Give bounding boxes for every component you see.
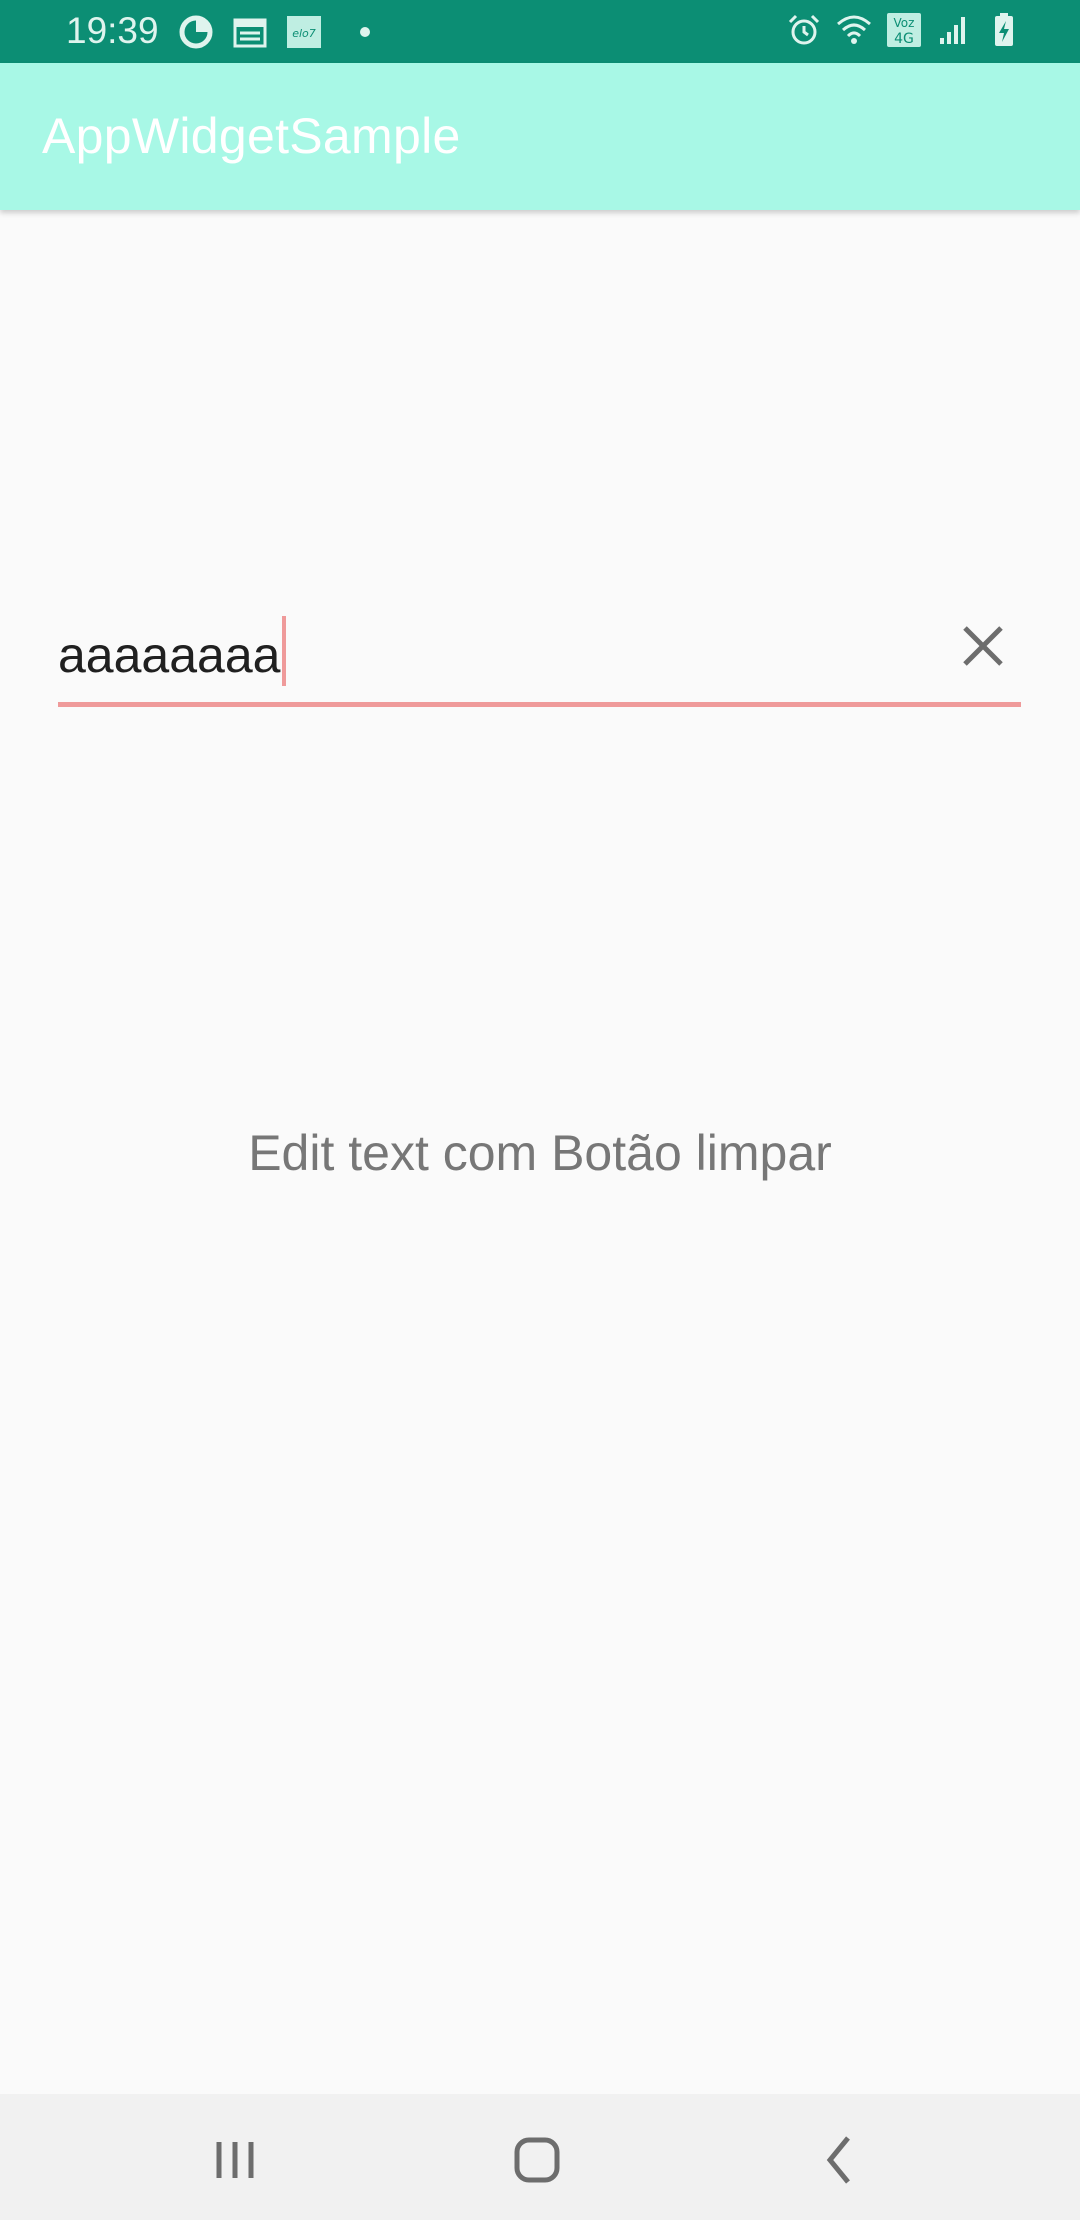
- svg-text:4G: 4G: [894, 31, 914, 47]
- close-icon[interactable]: [953, 616, 1013, 676]
- back-icon[interactable]: [800, 2120, 880, 2200]
- data-saver-icon: [179, 15, 213, 49]
- edit-text-underline: [58, 702, 1021, 707]
- status-time: 19:39: [66, 10, 159, 51]
- home-icon[interactable]: [497, 2120, 577, 2200]
- screen: 19:39 elo7 Voz 4G AppWidgetSample aaaaaa…: [0, 0, 1080, 2220]
- volte-4g-icon: Voz 4G: [887, 13, 921, 47]
- app-title: AppWidgetSample: [42, 108, 461, 164]
- svg-text:Voz: Voz: [894, 16, 915, 30]
- status-left-icons: elo7: [178, 14, 370, 50]
- wifi-icon: [837, 15, 871, 44]
- description-label: Edit text com Botão limpar: [248, 1125, 832, 1181]
- battery-charging-icon: [995, 13, 1013, 46]
- svg-text:elo7: elo7: [292, 27, 316, 40]
- alarm-icon: [788, 14, 820, 45]
- navigation-bar: [0, 2094, 1080, 2220]
- edit-text-value: aaaaaaaa: [58, 627, 281, 683]
- signal-icon: [940, 17, 965, 44]
- notification-dot-icon: [360, 27, 370, 37]
- edit-text-input[interactable]: aaaaaaaa: [58, 616, 287, 686]
- elo7-icon: elo7: [287, 16, 321, 48]
- status-bar: 19:39 elo7 Voz 4G: [0, 0, 1080, 63]
- calendar-icon: [233, 18, 267, 48]
- text-cursor: [282, 616, 287, 686]
- edit-text-with-clear[interactable]: aaaaaaaa: [58, 600, 1021, 710]
- recents-icon[interactable]: [195, 2120, 275, 2200]
- status-right-icons: Voz 4G: [786, 12, 1022, 48]
- app-bar: AppWidgetSample: [0, 63, 1080, 210]
